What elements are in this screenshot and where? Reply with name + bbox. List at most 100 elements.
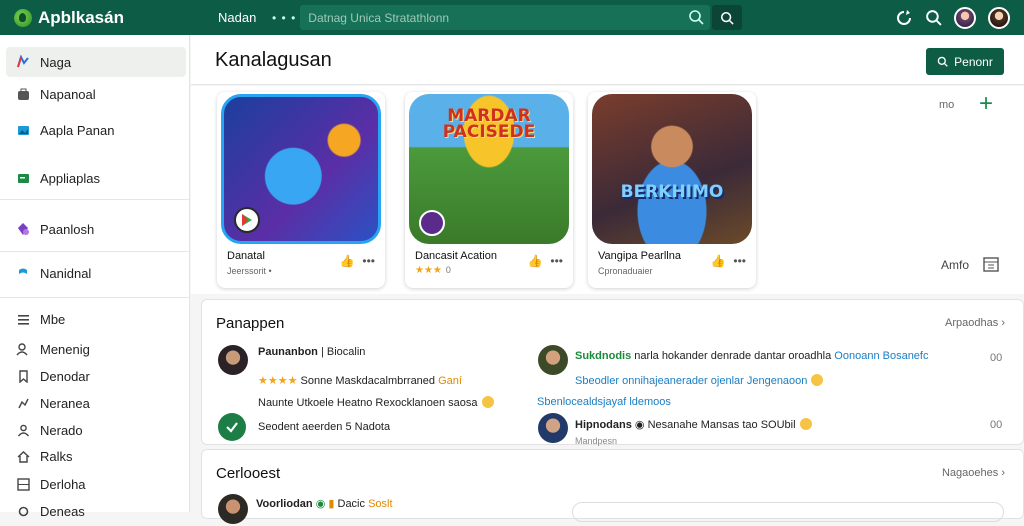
page-title: Kanalagusan: [215, 49, 332, 71]
sidebar-item-label: Deneas: [40, 503, 85, 519]
more-icon[interactable]: •••: [362, 254, 375, 268]
more-link[interactable]: mo: [939, 99, 954, 111]
emoji-icon: [481, 396, 494, 408]
chart-icon: [16, 396, 30, 410]
sidebar-item-aapla-panan[interactable]: Aapla Panan: [6, 115, 186, 145]
review-header: Sukdnodis narla hokander denrade dantar …: [575, 350, 929, 362]
search-input[interactable]: Datnag Unica Stratathlonn: [300, 5, 711, 30]
folder-icon: [16, 171, 30, 185]
app-title: Apblkasán: [38, 7, 124, 27]
section-link[interactable]: Nagaoehes ›: [942, 467, 1005, 479]
reply-count: 00: [990, 419, 1003, 431]
sidebar-item-label: Nerado: [40, 422, 83, 438]
nav-link[interactable]: Nadan: [218, 10, 260, 25]
app-cards-row: Danatal Jeerssorit • 👍 ••• MARDAR PACISE…: [191, 86, 1024, 294]
sidebar-item-derloha[interactable]: Derloha: [6, 469, 186, 499]
app-artwork: BERKHIMO: [592, 94, 752, 244]
app-artwork: [221, 94, 381, 244]
sidebar-item-mbe[interactable]: Mbe: [6, 304, 186, 334]
app-badge-icon: [419, 210, 445, 236]
sidebar-item-label: Neranea: [40, 395, 90, 411]
app-artwork: MARDAR PACISEDE: [409, 94, 569, 244]
sidebar-item-naga[interactable]: Naga: [6, 47, 186, 77]
avatar[interactable]: [538, 413, 568, 443]
more-icon[interactable]: •••: [550, 254, 563, 268]
sidebar-item-paanlosh[interactable]: Paanlosh: [6, 214, 186, 244]
app-card[interactable]: MARDAR PACISEDE Dancasit Acation ★★★ 0 👍 …: [405, 92, 573, 288]
dots-icon[interactable]: • • •: [272, 11, 296, 25]
section-title: Cerlooest: [216, 465, 281, 482]
reply-count: 00: [990, 352, 1003, 364]
app-card[interactable]: BERKHIMO Vangipa Pearllna Cpronaduaier 👍…: [588, 92, 756, 288]
sidebar-item-nanidnal[interactable]: Nanidnal: [6, 258, 186, 288]
bag-icon: [16, 87, 30, 101]
avatar[interactable]: [218, 494, 248, 524]
thumbs-up-icon[interactable]: 👍: [339, 254, 354, 268]
app-art-title: MARDAR PACISEDE: [442, 106, 536, 142]
sidebar-item-label: Napanoal: [40, 86, 96, 102]
review-header: Hipnodans ◉ Nesanahe Mansas tao SOUbil: [575, 418, 812, 431]
sidebar-item-label: Derloha: [40, 476, 86, 492]
sidebar-item-label: Ralks: [40, 448, 73, 464]
list-icon: [16, 312, 30, 326]
comment-input[interactable]: [572, 502, 1004, 522]
sidebar-item-denodar[interactable]: Denodar: [6, 361, 186, 391]
sidebar-item-label: Denodar: [40, 368, 90, 384]
comment-header: Voorliodan ◉ ▮ Dacic Soslt: [256, 498, 393, 510]
new-button[interactable]: Penonr: [926, 48, 1004, 75]
app-art-title: BERKHIMO: [620, 182, 724, 202]
refresh-icon[interactable]: [895, 9, 913, 27]
sidebar-item-appliaplas[interactable]: Appliaplas: [6, 163, 186, 193]
bookmark-icon: [16, 369, 30, 383]
sidebar-item-label: Aapla Panan: [40, 122, 115, 138]
sidebar-item-label: Menenig: [40, 341, 90, 357]
review-line: Seodent aeerden 5 Nadota: [258, 421, 391, 433]
sidebar-item-ralks[interactable]: Ralks: [6, 441, 186, 471]
app-subtitle: Cpronaduaier: [598, 266, 653, 276]
thumbs-up-icon[interactable]: 👍: [527, 254, 542, 268]
review-line: Mandpesn: [575, 436, 618, 446]
search-icon: [721, 11, 734, 25]
new-button-label: Penonr: [954, 54, 993, 69]
sidebar-item-label: Mbe: [40, 311, 66, 327]
avatar[interactable]: [538, 345, 568, 375]
home-icon: [16, 449, 30, 463]
grid-icon: [16, 477, 30, 491]
people-icon: [16, 342, 30, 356]
main-header: Kanalagusan Penonr: [191, 35, 1024, 85]
sidebar-item-napanoal[interactable]: Napanoal: [6, 79, 186, 109]
review-line: Sbenlocealdsjayaf ldemoos: [537, 396, 671, 408]
sidebar-item-neranea[interactable]: Neranea: [6, 388, 186, 418]
emoji-icon: [811, 374, 824, 386]
search-icon[interactable]: [925, 9, 942, 26]
avatar[interactable]: [218, 345, 248, 375]
app-card[interactable]: Danatal Jeerssorit • 👍 •••: [217, 92, 385, 288]
thumbs-up-icon[interactable]: 👍: [710, 254, 725, 268]
avatar[interactable]: [954, 6, 976, 29]
search-button[interactable]: [712, 5, 743, 30]
amfo-link[interactable]: Amfo: [941, 258, 969, 272]
section-link[interactable]: Arpaodhas ›: [945, 317, 1005, 329]
settings-icon: [16, 504, 30, 518]
sidebar-item-deneas[interactable]: Deneas: [6, 496, 186, 526]
sidebar-item-menenig[interactable]: Menenig: [6, 334, 186, 364]
sidebar-item-label: Nanidnal: [40, 265, 92, 281]
search-icon: [689, 10, 704, 25]
play-store-icon: [234, 207, 260, 233]
sidebar-item-label: Appliaplas: [40, 170, 100, 186]
app-subtitle: Jeerssorit •: [227, 266, 272, 276]
more-icon[interactable]: •••: [733, 254, 746, 268]
search-icon: [937, 56, 948, 67]
sidebar-item-label: Naga: [40, 54, 72, 70]
review-header: Paunanbon | Biocalin: [258, 346, 366, 358]
gallery-icon: [16, 123, 30, 137]
puzzle-icon: [16, 55, 30, 69]
sidebar: Naga Napanoal Aapla Panan Appliaplas Paa…: [0, 35, 190, 519]
avatar[interactable]: [988, 6, 1010, 29]
calendar-icon[interactable]: [983, 256, 999, 272]
app-name: Vangipa Pearllna: [598, 250, 681, 262]
flag-icon: [16, 266, 30, 280]
review-line: Sbeodler onnihajeanerader ojenlar Jengen…: [575, 374, 824, 387]
add-icon[interactable]: +: [979, 90, 993, 118]
review-line: Naunte Utkoele Heatno Rexocklanoen saosa: [258, 396, 494, 409]
